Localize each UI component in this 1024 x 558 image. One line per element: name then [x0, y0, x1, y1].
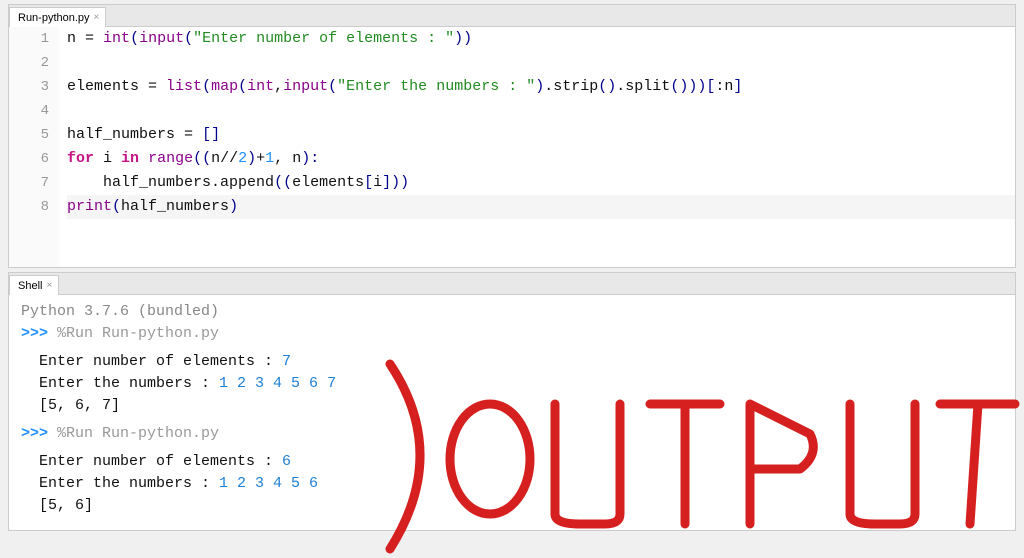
shell-line: Enter number of elements : 7: [21, 351, 1003, 373]
line-number: 7: [9, 171, 49, 195]
line-number: 8: [9, 195, 49, 219]
line-number: 3: [9, 75, 49, 99]
editor-tab-bar: Run-python.py ×: [9, 5, 1015, 27]
shell-output[interactable]: Python 3.7.6 (bundled)>>> %Run Run-pytho…: [9, 295, 1015, 530]
editor-content[interactable]: 12345678 n = int(input("Enter number of …: [9, 27, 1015, 267]
editor-tab[interactable]: Run-python.py ×: [9, 7, 106, 27]
close-icon[interactable]: ×: [46, 280, 52, 291]
line-number: 1: [9, 27, 49, 51]
shell-tab-bar: Shell ×: [9, 273, 1015, 295]
code-line[interactable]: print(half_numbers): [67, 195, 1015, 219]
line-number: 5: [9, 123, 49, 147]
code-line[interactable]: n = int(input("Enter number of elements …: [67, 27, 1015, 51]
shell-tab[interactable]: Shell ×: [9, 275, 59, 295]
shell-line: Enter the numbers : 1 2 3 4 5 6 7: [21, 373, 1003, 395]
line-number-gutter: 12345678: [9, 27, 59, 267]
shell-line: Python 3.7.6 (bundled): [21, 301, 1003, 323]
shell-line: [5, 6]: [21, 495, 1003, 517]
code-line[interactable]: [67, 51, 1015, 75]
shell-panel: Shell × Python 3.7.6 (bundled)>>> %Run R…: [8, 272, 1016, 531]
line-number: 2: [9, 51, 49, 75]
shell-line: [5, 6, 7]: [21, 395, 1003, 417]
shell-line: Enter the numbers : 1 2 3 4 5 6: [21, 473, 1003, 495]
shell-tab-label: Shell: [18, 280, 42, 292]
shell-line: Enter number of elements : 6: [21, 451, 1003, 473]
tab-filename: Run-python.py: [18, 12, 90, 24]
editor-panel: Run-python.py × 12345678 n = int(input("…: [8, 4, 1016, 268]
close-icon[interactable]: ×: [94, 12, 100, 23]
line-number: 4: [9, 99, 49, 123]
code-line[interactable]: half_numbers.append((elements[i])): [67, 171, 1015, 195]
line-number: 6: [9, 147, 49, 171]
code-line[interactable]: half_numbers = []: [67, 123, 1015, 147]
shell-line: >>> %Run Run-python.py: [21, 423, 1003, 445]
shell-line: >>> %Run Run-python.py: [21, 323, 1003, 345]
code-area[interactable]: n = int(input("Enter number of elements …: [59, 27, 1015, 267]
code-line[interactable]: elements = list(map(int,input("Enter the…: [67, 75, 1015, 99]
code-line[interactable]: for i in range((n//2)+1, n):: [67, 147, 1015, 171]
code-line[interactable]: [67, 99, 1015, 123]
